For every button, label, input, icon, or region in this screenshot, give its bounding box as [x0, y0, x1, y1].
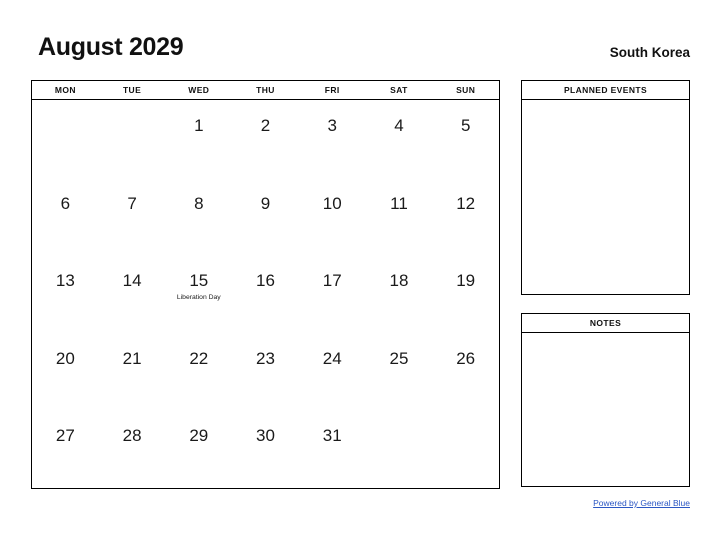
day-number: 18: [389, 271, 409, 291]
calendar-week-row: 20 21 22 23 24 25 26: [32, 333, 499, 411]
day-cell-29[interactable]: 29: [165, 410, 232, 488]
day-number: 27: [55, 426, 75, 446]
day-number: 2: [260, 116, 271, 135]
day-number: 22: [189, 348, 209, 368]
weekday-header-fri: FRI: [324, 85, 340, 95]
day-number: 12: [456, 193, 476, 213]
day-cell-26[interactable]: 26: [432, 333, 499, 411]
day-cell-10[interactable]: 10: [299, 178, 366, 256]
notes-body[interactable]: [522, 333, 689, 486]
day-number: 14: [122, 271, 142, 291]
planned-events-body[interactable]: [522, 100, 689, 294]
day-cell-empty: [432, 410, 499, 488]
day-cell-20[interactable]: 20: [32, 333, 99, 411]
day-number: 7: [127, 193, 137, 213]
day-cell-5[interactable]: 5: [432, 100, 499, 178]
day-cell-17[interactable]: 17: [299, 255, 366, 333]
day-cell-23[interactable]: 23: [232, 333, 299, 411]
day-number: 20: [55, 348, 75, 368]
calendar-week-row: 27 28 29 30 31: [32, 410, 499, 488]
notes-panel: NOTES: [521, 313, 690, 487]
day-cell-18[interactable]: 18: [366, 255, 433, 333]
weekday-header-sat: SAT: [390, 85, 408, 95]
calendar-week-row: 1 2 3 4 5: [32, 100, 499, 178]
day-cell-21[interactable]: 21: [99, 333, 166, 411]
weekday-header-tue: TUE: [122, 85, 142, 95]
day-cell-13[interactable]: 13: [32, 255, 99, 333]
day-number: 4: [394, 116, 404, 135]
weekday-header-sun: SUN: [456, 85, 476, 95]
day-number: 23: [256, 348, 275, 368]
page-title: August 2029: [38, 33, 184, 61]
day-number: 3: [327, 116, 337, 135]
day-cell-empty: [366, 410, 433, 488]
day-cell-1[interactable]: 1: [165, 100, 232, 178]
weekday-header-mon: MON: [54, 85, 76, 95]
day-cell-7[interactable]: 7: [99, 178, 166, 256]
day-cell-3[interactable]: 3: [299, 100, 366, 178]
day-number: 28: [122, 426, 142, 446]
day-number: 9: [260, 193, 271, 213]
weekday-header-thu: THU: [256, 85, 275, 95]
day-number: 29: [189, 426, 209, 446]
day-number: 26: [456, 348, 476, 368]
calendar-weeks: 1 2 3 4 5 6 7 8 9 10 11 12 13 14 15 Liberation Day 16 17 1…: [32, 100, 499, 488]
planned-events-title: PLANNED EVENTS: [522, 81, 689, 100]
day-cell-22[interactable]: 22: [165, 333, 232, 411]
day-number: 10: [322, 193, 342, 213]
day-cell-16[interactable]: 16: [232, 255, 299, 333]
country-label: South Korea: [609, 45, 690, 60]
day-cell-28[interactable]: 28: [99, 410, 166, 488]
day-cell-30[interactable]: 30: [232, 410, 299, 488]
day-number: 13: [55, 271, 75, 291]
day-number: 15: [189, 271, 209, 291]
notes-title: NOTES: [522, 314, 689, 333]
day-cell-25[interactable]: 25: [366, 333, 433, 411]
calendar-week-row: 13 14 15 Liberation Day 16 17 18 19: [32, 255, 499, 333]
day-number: 5: [460, 116, 471, 135]
day-number: 24: [322, 348, 342, 368]
day-cell-4[interactable]: 4: [366, 100, 433, 178]
weekday-header-row: MON TUE WED THU FRI SAT SUN: [32, 81, 499, 100]
day-cell-14[interactable]: 14: [99, 255, 166, 333]
day-cell-27[interactable]: 27: [32, 410, 99, 488]
day-number: 1: [194, 116, 204, 135]
day-cell-31[interactable]: 31: [299, 410, 366, 488]
planned-events-panel: PLANNED EVENTS: [521, 80, 690, 295]
day-number: 11: [390, 193, 408, 213]
day-cell-8[interactable]: 8: [165, 178, 232, 256]
day-number: 19: [456, 271, 476, 291]
day-number: 8: [194, 193, 204, 213]
day-number: 17: [322, 271, 342, 291]
calendar-page: August 2029 South Korea MON TUE WED THU FRI S…: [0, 0, 712, 550]
day-cell-12[interactable]: 12: [432, 178, 499, 256]
day-cell-15[interactable]: 15 Liberation Day: [165, 255, 232, 333]
day-cell-19[interactable]: 19: [432, 255, 499, 333]
powered-by-link[interactable]: Powered by General Blue: [593, 498, 690, 508]
day-cell-24[interactable]: 24: [299, 333, 366, 411]
day-cell-6[interactable]: 6: [32, 178, 99, 256]
day-number: 6: [60, 193, 71, 213]
calendar-grid: MON TUE WED THU FRI SAT SUN 1 2 3 4 5 6 7 8 9 10 11 12 13 1…: [31, 80, 500, 489]
day-cell-11[interactable]: 11: [366, 178, 433, 256]
day-number: 21: [122, 348, 142, 368]
calendar-week-row: 6 7 8 9 10 11 12: [32, 178, 499, 256]
weekday-header-wed: WED: [188, 85, 210, 95]
day-cell-2[interactable]: 2: [232, 100, 299, 178]
day-event-label: Liberation Day: [176, 294, 221, 302]
day-cell-9[interactable]: 9: [232, 178, 299, 256]
day-number: 31: [322, 426, 342, 446]
day-cell-empty: [32, 100, 99, 178]
day-number: 25: [389, 348, 409, 368]
day-number: 30: [256, 426, 275, 446]
day-number: 16: [256, 271, 275, 291]
day-cell-empty: [99, 100, 166, 178]
